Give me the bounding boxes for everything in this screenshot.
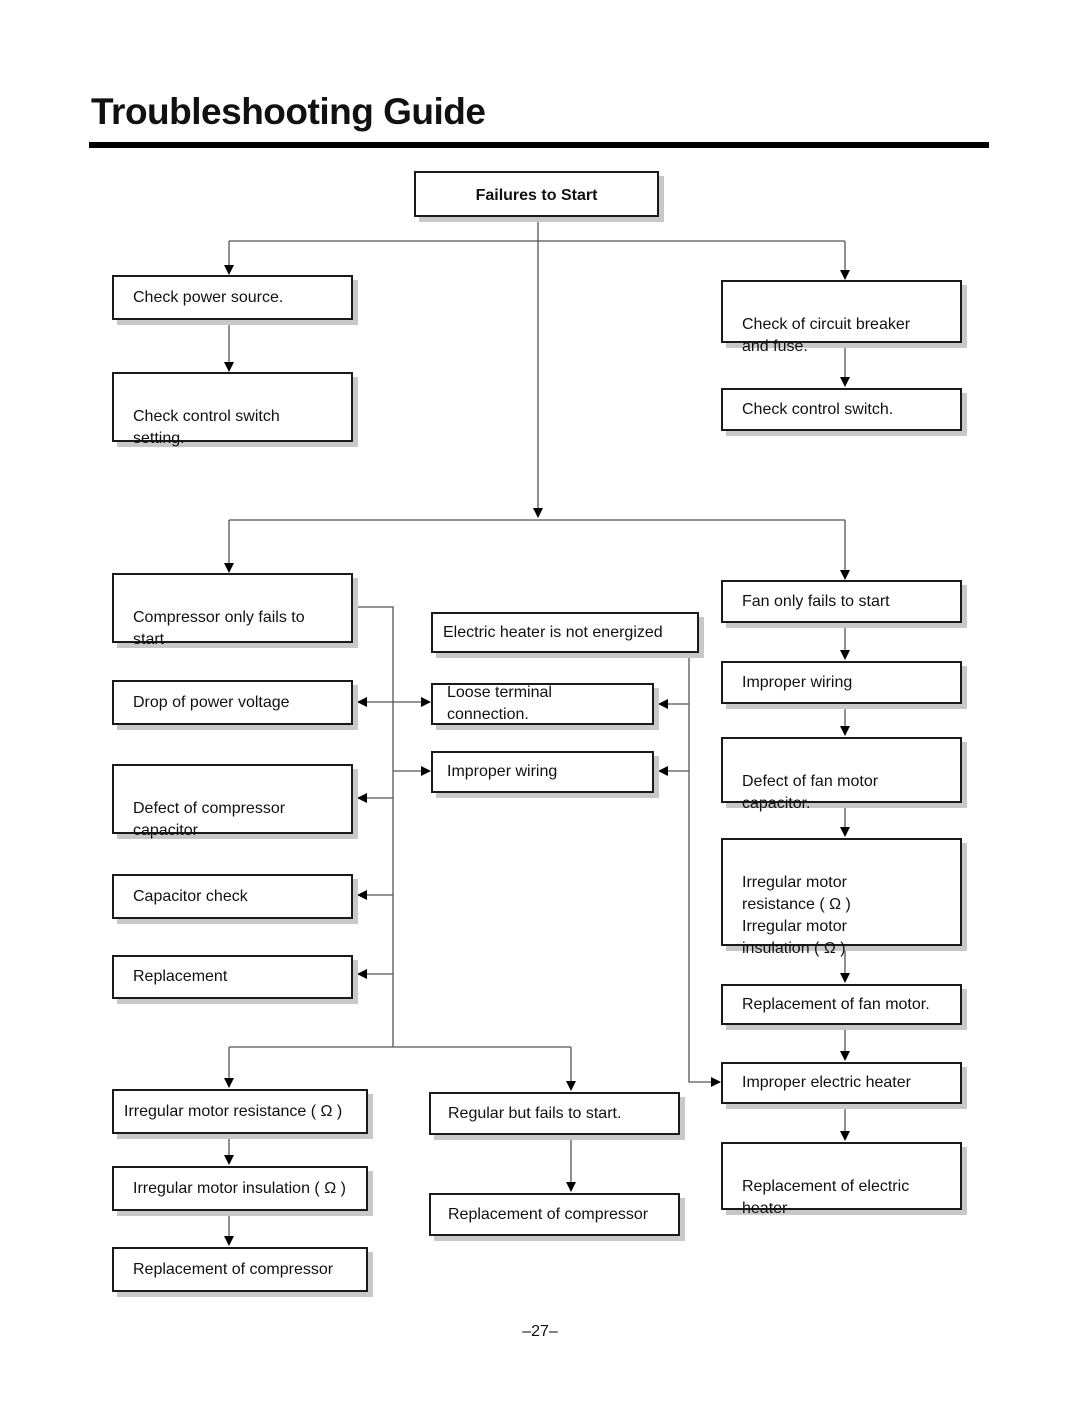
- node-check-circuit-breaker: Check of circuit breaker and fuse.: [721, 280, 962, 355]
- heater-bus: [688, 652, 721, 1087]
- node-irregular-motor-resistance: Irregular motor resistance ( Ω ): [112, 1089, 368, 1134]
- node-label: Irregular motor resistance ( Ω ) Irregul…: [742, 874, 851, 957]
- node-label: Replacement of fan motor.: [742, 995, 930, 1013]
- node-check-control-switch-setting: Check control switch setting.: [112, 372, 353, 447]
- node-label: Improper electric heater: [742, 1074, 911, 1091]
- node-label: Replacement of compressor: [448, 1205, 649, 1223]
- node-regular-but-fails: Regular but fails to start.: [429, 1092, 680, 1135]
- node-check-power-source: Check power source.: [112, 275, 353, 320]
- node-label: Drop of power voltage: [133, 693, 290, 711]
- node-label: Fan only fails to start: [742, 592, 890, 610]
- node-fan-only-fails: Fan only fails to start: [721, 580, 962, 623]
- node-replacement-compressor-left: Replacement of compressor: [112, 1247, 368, 1292]
- node-loose-terminal-connection: Loose terminal connection.: [431, 683, 654, 725]
- compressor-bus: [353, 606, 394, 1047]
- node-drop-power-voltage: Drop of power voltage: [112, 680, 353, 725]
- node-replacement-electric-heater: Replacement of electric heater: [721, 1142, 962, 1217]
- node-improper-electric-heater: Improper electric heater: [721, 1062, 962, 1104]
- node-label: Electric heater is not energized: [443, 623, 663, 641]
- node-label: Defect of compressor capacitor: [133, 800, 286, 839]
- node-label: Replacement: [133, 968, 228, 985]
- node-label: Loose terminal connection.: [447, 684, 552, 723]
- node-replacement-fan-motor: Replacement of fan motor.: [721, 984, 962, 1025]
- node-label: Regular but fails to start.: [448, 1104, 622, 1122]
- node-defect-fan-capacitor: Defect of fan motor capacitor.: [721, 737, 962, 812]
- node-label: Irregular motor resistance ( Ω ): [124, 1102, 343, 1120]
- node-label: Check control switch setting.: [133, 408, 280, 447]
- node-label: Improper wiring: [447, 763, 558, 780]
- node-defect-compressor-capacitor: Defect of compressor capacitor: [112, 764, 353, 839]
- node-label: Replacement of compressor: [133, 1260, 334, 1278]
- node-irregular-fan-motor: Irregular motor resistance ( Ω ) Irregul…: [721, 838, 962, 957]
- node-label: Capacitor check: [133, 887, 248, 905]
- node-failures-to-start: Failures to Start: [414, 171, 659, 217]
- node-irregular-motor-insulation: Irregular motor insulation ( Ω ): [112, 1166, 368, 1211]
- node-capacitor-check: Capacitor check: [112, 874, 353, 919]
- node-electric-heater-not-energized: Electric heater is not energized: [431, 612, 699, 653]
- node-label: Check control switch.: [742, 400, 894, 418]
- node-replacement-compressor-center: Replacement of compressor: [429, 1193, 680, 1236]
- node-check-control-switch: Check control switch.: [721, 388, 962, 431]
- node-label: Compressor only fails to start: [133, 609, 305, 648]
- node-improper-wiring-center: Improper wiring: [431, 751, 654, 793]
- page-number: –27–: [522, 1323, 558, 1340]
- node-label: Irregular motor insulation ( Ω ): [133, 1179, 346, 1197]
- node-label: Check power source.: [133, 288, 284, 306]
- node-label: Improper wiring: [742, 673, 853, 691]
- node-improper-wiring-fan: Improper wiring: [721, 661, 962, 704]
- node-replacement: Replacement: [112, 955, 353, 999]
- node-compressor-only-fails: Compressor only fails to start: [112, 573, 353, 648]
